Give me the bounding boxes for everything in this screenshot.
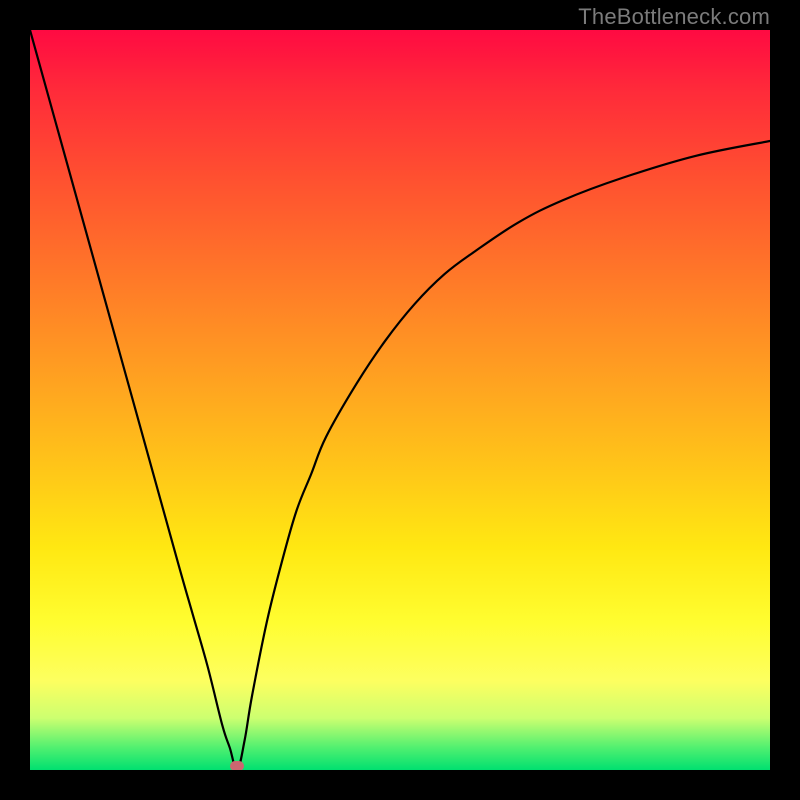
- bottleneck-curve-path: [30, 30, 770, 770]
- chart-curve-svg: [30, 30, 770, 770]
- curve-minimum-marker: [230, 761, 244, 770]
- watermark-text: TheBottleneck.com: [578, 4, 770, 30]
- chart-frame: [30, 30, 770, 770]
